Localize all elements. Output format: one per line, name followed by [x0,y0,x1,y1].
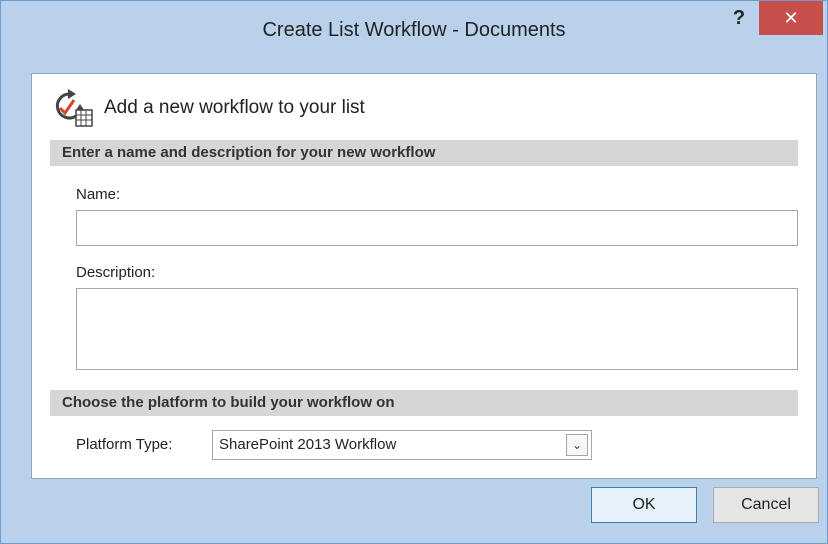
chevron-down-icon[interactable]: ⌄ [566,434,588,456]
dialog-header: Add a new workflow to your list [50,88,365,128]
cancel-button[interactable]: Cancel [713,487,819,523]
platform-type-value: SharePoint 2013 Workflow [219,436,397,453]
window-title: Create List Workflow - Documents [262,19,566,41]
dialog-content: Add a new workflow to your list Enter a … [31,73,817,479]
description-label: Description: [76,264,156,281]
dialog-window: Create List Workflow - Documents ? ✕ Add… [0,0,828,544]
name-input[interactable] [76,210,798,246]
close-icon: ✕ [783,8,799,28]
description-input[interactable] [76,288,798,370]
close-button[interactable]: ✕ [759,1,823,35]
name-label: Name: [76,186,121,203]
help-button[interactable]: ? [725,3,753,33]
title-bar[interactable]: Create List Workflow - Documents ? ✕ [1,1,827,63]
section-header-name: Enter a name and description for your ne… [50,140,798,166]
section-header-platform: Choose the platform to build your workfl… [50,390,798,416]
platform-type-label: Platform Type: [76,436,173,453]
platform-type-dropdown[interactable]: SharePoint 2013 Workflow ⌄ [212,430,592,460]
workflow-list-icon [50,88,98,128]
ok-button[interactable]: OK [591,487,697,523]
dialog-heading: Add a new workflow to your list [104,97,365,118]
